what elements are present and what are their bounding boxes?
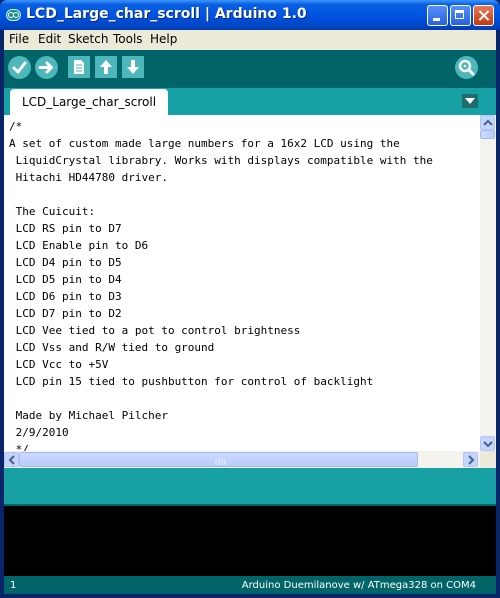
serial-monitor-icon bbox=[458, 59, 475, 76]
code-line: Hitachi HD44780 driver. bbox=[9, 171, 168, 184]
menu-tools[interactable]: Tools bbox=[113, 32, 143, 46]
tab-sketch[interactable]: LCD_Large_char_scroll bbox=[10, 89, 168, 115]
scrollbar-corner bbox=[480, 451, 496, 468]
code-editor[interactable]: /* A set of custom made large numbers for… bbox=[4, 115, 480, 451]
code-line: LCD D6 pin to D3 bbox=[9, 290, 122, 303]
code-line: 2/9/2010 bbox=[9, 426, 69, 439]
upload-button[interactable] bbox=[35, 56, 58, 79]
code-line: LiquidCrystal librabry. Works with displ… bbox=[9, 154, 433, 167]
arrow-up-icon bbox=[483, 119, 493, 126]
save-icon bbox=[127, 60, 139, 74]
code-line: LCD Enable pin to D6 bbox=[9, 239, 149, 252]
toolbar bbox=[4, 50, 496, 88]
scroll-down-button[interactable] bbox=[480, 436, 495, 451]
grip-icon bbox=[215, 459, 226, 465]
tab-bar: LCD_Large_char_scroll bbox=[4, 88, 496, 115]
menu-edit[interactable]: Edit bbox=[38, 32, 61, 46]
arrow-right-icon bbox=[468, 455, 475, 465]
maximize-button[interactable] bbox=[450, 5, 471, 26]
window-client: File Edit Sketch Tools Help LCD_Large_ch… bbox=[4, 30, 496, 594]
serial-monitor-button[interactable] bbox=[455, 56, 478, 79]
new-icon bbox=[74, 60, 84, 74]
verify-button[interactable] bbox=[8, 56, 31, 79]
console-output[interactable] bbox=[4, 504, 496, 576]
code-line: LCD Vee tied to a pot to control brightn… bbox=[9, 324, 301, 337]
arrow-left-icon bbox=[8, 455, 15, 465]
menu-help[interactable]: Help bbox=[150, 32, 177, 46]
vertical-scrollbar[interactable] bbox=[480, 115, 496, 451]
code-line: A set of custom made large numbers for a… bbox=[9, 137, 400, 150]
code-line: */ bbox=[9, 443, 29, 451]
status-bar: 1 Arduino Duemilanove w/ ATmega328 on CO… bbox=[4, 576, 496, 594]
arrow-down-icon bbox=[483, 441, 493, 448]
vertical-scroll-thumb[interactable] bbox=[480, 130, 495, 139]
tab-menu-button[interactable] bbox=[462, 94, 478, 108]
code-line: The Cuicuit: bbox=[9, 205, 96, 218]
scroll-right-button[interactable] bbox=[463, 452, 478, 467]
scroll-up-button[interactable] bbox=[480, 115, 495, 130]
window-title: LCD_Large_char_scroll | Arduino 1.0 bbox=[26, 6, 307, 22]
arduino-window: LCD_Large_char_scroll | Arduino 1.0 File… bbox=[0, 0, 500, 598]
save-sketch-button[interactable] bbox=[122, 56, 144, 78]
code-line: LCD RS pin to D7 bbox=[9, 222, 122, 235]
code-line: Made by Michael Pilcher bbox=[9, 409, 168, 422]
code-line: LCD Vcc to +5V bbox=[9, 358, 109, 371]
open-icon bbox=[100, 60, 112, 74]
code-line: LCD D5 pin to D4 bbox=[9, 273, 122, 286]
code-line: LCD D4 pin to D5 bbox=[9, 256, 122, 269]
verify-icon bbox=[12, 61, 27, 74]
minimize-button[interactable] bbox=[427, 5, 448, 26]
open-sketch-button[interactable] bbox=[95, 56, 117, 78]
code-line: LCD D7 pin to D2 bbox=[9, 307, 122, 320]
code-text[interactable]: /* A set of custom made large numbers for… bbox=[4, 115, 480, 451]
menu-file[interactable]: File bbox=[9, 32, 29, 46]
code-line: LCD Vss and R/W tied to ground bbox=[9, 341, 215, 354]
scroll-left-button[interactable] bbox=[4, 452, 19, 467]
message-area bbox=[4, 468, 496, 504]
code-line: LCD pin 15 tied to pushbutton for contro… bbox=[9, 375, 374, 388]
menu-sketch[interactable]: Sketch bbox=[68, 32, 108, 46]
horizontal-scrollbar[interactable] bbox=[4, 451, 480, 468]
upload-icon bbox=[38, 61, 53, 74]
code-line: /* bbox=[9, 120, 23, 133]
new-sketch-button[interactable] bbox=[68, 56, 90, 78]
title-bar[interactable]: LCD_Large_char_scroll | Arduino 1.0 bbox=[0, 0, 500, 30]
board-info: Arduino Duemilanove w/ ATmega328 on COM4 bbox=[241, 580, 476, 591]
line-number: 1 bbox=[10, 580, 17, 591]
menu-bar: File Edit Sketch Tools Help bbox=[4, 30, 496, 50]
horizontal-scroll-thumb[interactable] bbox=[19, 452, 418, 467]
arduino-app-icon bbox=[6, 9, 21, 21]
close-button[interactable] bbox=[473, 5, 494, 26]
